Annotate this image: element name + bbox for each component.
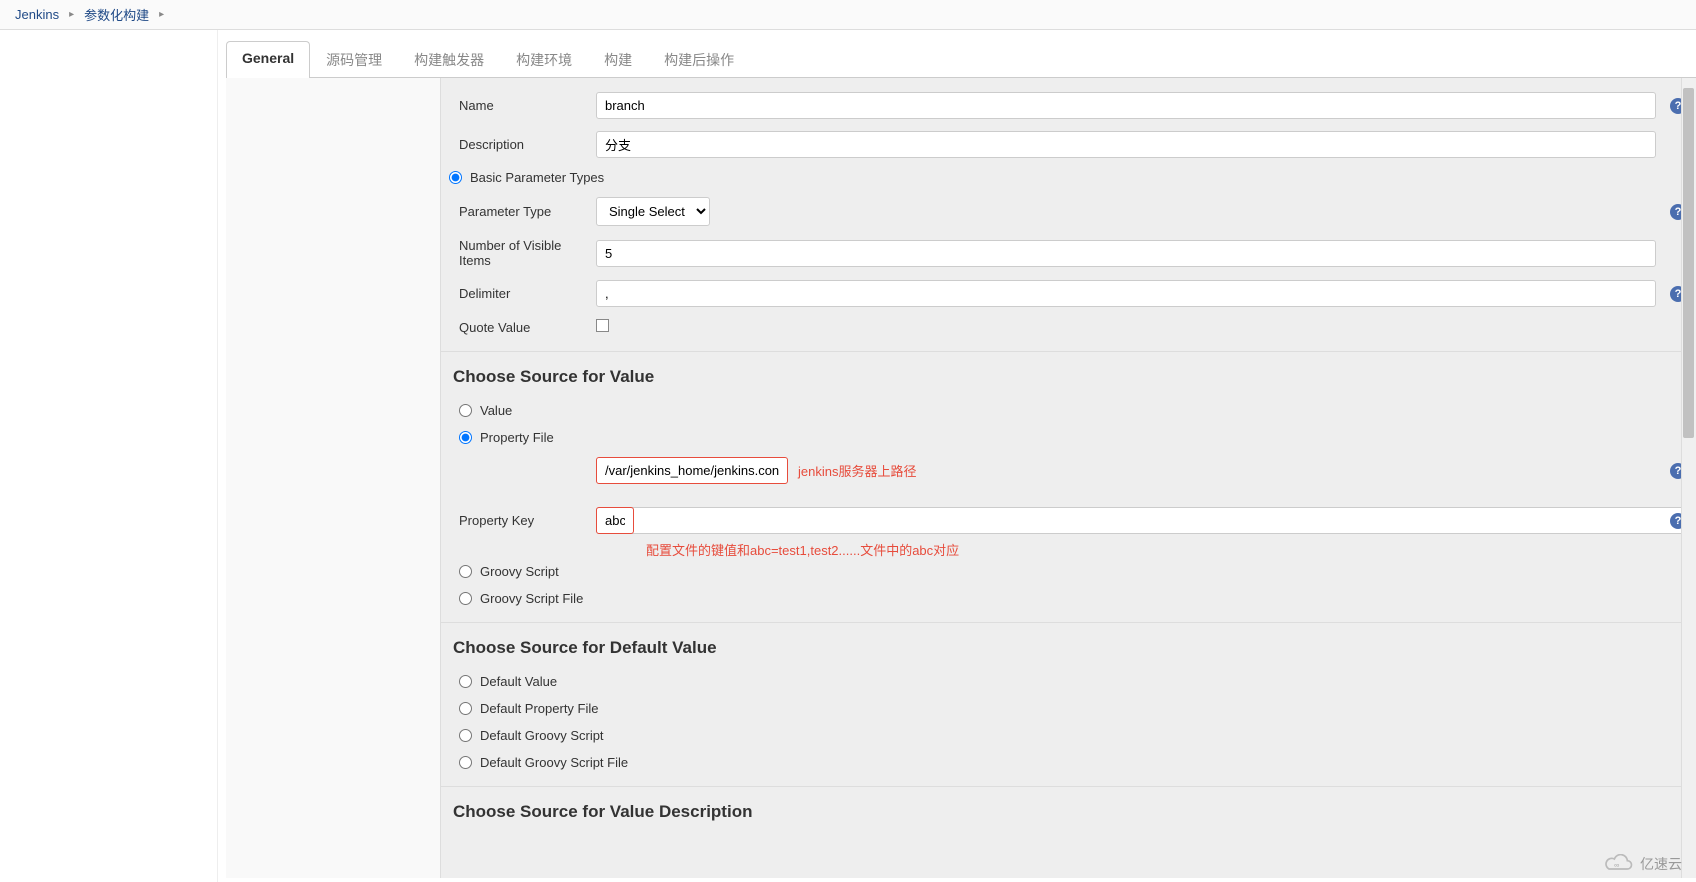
property-key-label: Property Key bbox=[441, 513, 596, 528]
vertical-scrollbar[interactable] bbox=[1681, 78, 1696, 878]
source-value-heading: Choose Source for Value bbox=[441, 352, 1696, 397]
description-input[interactable] bbox=[596, 131, 1656, 158]
default-groovy-file-label: Default Groovy Script File bbox=[480, 755, 628, 770]
source-groovy-radio[interactable] bbox=[459, 565, 472, 578]
source-desc-heading: Choose Source for Value Description bbox=[441, 787, 1696, 832]
source-groovy-file-label: Groovy Script File bbox=[480, 591, 583, 606]
svg-text:∞: ∞ bbox=[1614, 860, 1619, 869]
default-property-file-radio[interactable] bbox=[459, 702, 472, 715]
default-groovy-radio[interactable] bbox=[459, 729, 472, 742]
visible-items-label: Number of Visible Items bbox=[441, 238, 596, 268]
annotation-config-key: 配置文件的键值和abc=test1,test2......文件中的abc对应 bbox=[646, 540, 959, 559]
left-sidebar bbox=[0, 30, 218, 882]
name-input[interactable] bbox=[596, 92, 1656, 119]
tab-post[interactable]: 构建后操作 bbox=[648, 41, 750, 78]
default-property-file-label: Default Property File bbox=[480, 701, 599, 716]
tab-build[interactable]: 构建 bbox=[588, 41, 648, 78]
watermark: ∞ 亿速云 bbox=[1602, 854, 1682, 874]
quote-value-label: Quote Value bbox=[441, 320, 596, 335]
annotation-server-path: jenkins服务器上路径 bbox=[798, 461, 916, 480]
parameter-type-select[interactable]: Single Select bbox=[596, 197, 710, 226]
breadcrumb-sep-icon: ▸ bbox=[149, 9, 174, 20]
breadcrumb-job[interactable]: 参数化构建 bbox=[84, 5, 149, 24]
breadcrumb-bar: Jenkins ▸ 参数化构建 ▸ bbox=[0, 0, 1696, 30]
source-groovy-label: Groovy Script bbox=[480, 564, 559, 579]
property-key-bg-input[interactable] bbox=[596, 507, 1696, 534]
tab-triggers[interactable]: 构建触发器 bbox=[398, 41, 500, 78]
description-label: Description bbox=[441, 137, 596, 152]
property-file-input[interactable] bbox=[596, 457, 788, 484]
source-value-label: Value bbox=[480, 403, 512, 418]
parameter-type-label: Parameter Type bbox=[441, 204, 596, 219]
tab-general[interactable]: General bbox=[226, 41, 310, 78]
basic-parameter-types-label: Basic Parameter Types bbox=[470, 170, 604, 185]
config-tabs: General 源码管理 构建触发器 构建环境 构建 构建后操作 bbox=[226, 40, 1696, 78]
delimiter-label: Delimiter bbox=[441, 286, 596, 301]
scrollbar-thumb[interactable] bbox=[1683, 88, 1694, 438]
name-label: Name bbox=[441, 98, 596, 113]
default-groovy-file-radio[interactable] bbox=[459, 756, 472, 769]
property-key-input[interactable] bbox=[596, 507, 634, 534]
drag-handle-column[interactable] bbox=[226, 78, 441, 878]
watermark-text: 亿速云 bbox=[1640, 854, 1682, 874]
tab-env[interactable]: 构建环境 bbox=[500, 41, 588, 78]
default-groovy-label: Default Groovy Script bbox=[480, 728, 604, 743]
quote-value-checkbox[interactable] bbox=[596, 319, 609, 332]
breadcrumb-home[interactable]: Jenkins bbox=[15, 7, 59, 22]
source-property-file-label: Property File bbox=[480, 430, 554, 445]
breadcrumb-sep-icon: ▸ bbox=[59, 9, 84, 20]
delimiter-input[interactable] bbox=[596, 280, 1656, 307]
tab-scm[interactable]: 源码管理 bbox=[310, 41, 398, 78]
cloud-icon: ∞ bbox=[1602, 854, 1636, 874]
source-groovy-file-radio[interactable] bbox=[459, 592, 472, 605]
source-property-file-radio[interactable] bbox=[459, 431, 472, 444]
basic-parameter-types-radio[interactable] bbox=[449, 171, 462, 184]
visible-items-input[interactable] bbox=[596, 240, 1656, 267]
source-default-heading: Choose Source for Default Value bbox=[441, 623, 1696, 668]
default-value-label: Default Value bbox=[480, 674, 557, 689]
default-value-radio[interactable] bbox=[459, 675, 472, 688]
form-column: Name ? Description Basic Parame bbox=[441, 78, 1696, 878]
source-value-radio[interactable] bbox=[459, 404, 472, 417]
